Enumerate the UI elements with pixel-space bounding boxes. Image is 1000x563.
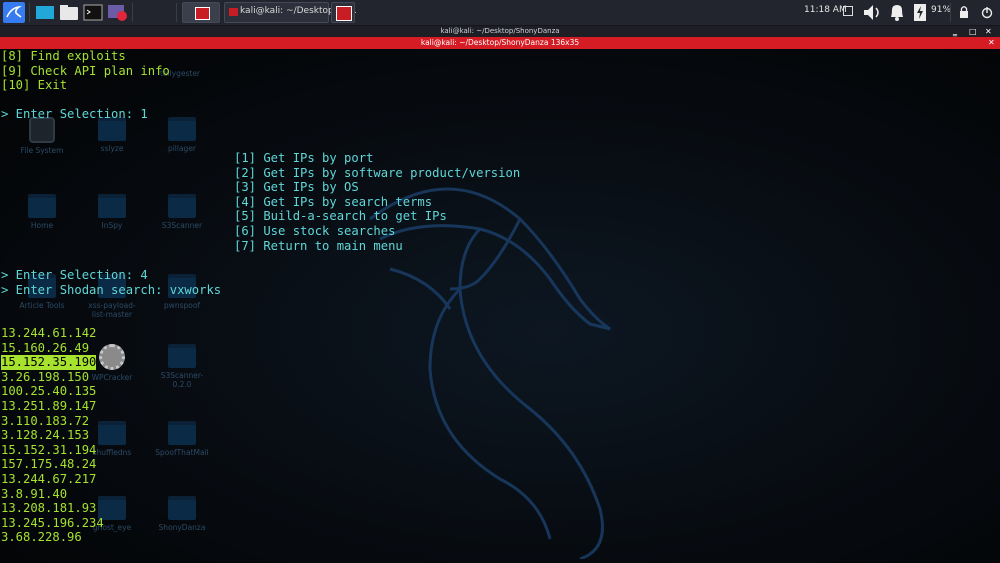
submenu-stock-searches: [6] Use stock searches xyxy=(234,224,396,238)
ip-result[interactable]: 15.152.31.194 xyxy=(1,443,96,458)
taskbar-second-task[interactable] xyxy=(331,2,355,23)
volume-icon[interactable] xyxy=(862,2,884,23)
ip-result[interactable]: 13.244.61.142 xyxy=(1,326,96,341)
ip-result[interactable]: 13.208.181.93 xyxy=(1,501,96,516)
submenu-return-main: [7] Return to main menu xyxy=(234,238,403,253)
ip-result[interactable]: 100.25.40.135 xyxy=(1,384,96,399)
selection-prompt-1: > Enter Selection: 1 xyxy=(1,107,148,122)
workspace-1-button[interactable] xyxy=(182,2,220,23)
screen-recorder-icon[interactable] xyxy=(106,2,128,23)
menu-item-exit: [10] Exit xyxy=(1,78,68,93)
menu-item-find-exploits: [8] Find exploits xyxy=(1,49,126,63)
terminal-output[interactable]: [8] Find exploits [9] Check API plan inf… xyxy=(0,49,1000,563)
minimize-button[interactable]: ‗ xyxy=(953,26,957,37)
close-button[interactable]: ✕ xyxy=(985,26,992,37)
window-title-bar[interactable]: kali@kali: ~/Desktop/ShonyDanza ‗ □ ✕ xyxy=(0,26,1000,37)
show-desktop-icon[interactable] xyxy=(34,2,56,23)
ip-result-selected[interactable]: 15.152.35.190 xyxy=(1,355,97,370)
submenu-get-ips-by-software: [2] Get IPs by software product/version xyxy=(234,165,521,180)
selection-prompt-2: > Enter Selection: 4 xyxy=(1,268,148,282)
ip-result[interactable]: 3.68.228.96 xyxy=(1,530,82,545)
battery-icon[interactable] xyxy=(912,2,928,23)
ip-result[interactable]: 13.244.67.217 xyxy=(1,472,96,487)
ip-result[interactable]: 15.160.26.49 xyxy=(1,341,89,356)
window-title: kali@kali: ~/Desktop/ShonyDanza xyxy=(440,27,560,35)
terminal-close-icon[interactable]: ✕ xyxy=(988,37,995,49)
file-manager-icon[interactable] xyxy=(58,2,80,23)
ip-result[interactable]: 13.251.89.147 xyxy=(1,399,96,414)
submenu-build-a-search: [5] Build-a-search to get IPs xyxy=(234,209,447,224)
terminal-title: kali@kali: ~/Desktop/ShonyDanza 136x35 xyxy=(420,38,580,47)
shodan-search-prompt: > Enter Shodan search: vxworks xyxy=(1,282,222,297)
clock[interactable]: 11:18 AM xyxy=(804,5,847,15)
kali-menu-icon[interactable] xyxy=(3,2,25,23)
ip-result[interactable]: 157.175.48.24 xyxy=(1,457,96,472)
maximize-button[interactable]: □ xyxy=(969,26,977,37)
terminal-icon[interactable] xyxy=(82,2,104,23)
terminal-title-bar[interactable]: kali@kali: ~/Desktop/ShonyDanza 136x35 ✕ xyxy=(0,37,1000,49)
ip-result[interactable]: 3.128.24.153 xyxy=(1,428,89,443)
window-icon[interactable] xyxy=(843,6,853,16)
notification-bell-icon[interactable] xyxy=(887,2,907,23)
ip-result[interactable]: 3.8.91.40 xyxy=(1,487,67,502)
battery-percent: 91% xyxy=(931,5,952,15)
lock-icon[interactable] xyxy=(958,2,970,23)
taskbar: kali@kali: ~/Desktop/Sh... 11:18 AM 91% xyxy=(0,0,1000,26)
submenu-get-ips-by-os: [3] Get IPs by OS xyxy=(234,180,359,195)
submenu-get-ips-by-search-terms: [4] Get IPs by search terms xyxy=(234,194,433,209)
ip-result[interactable]: 3.110.183.72 xyxy=(1,414,89,429)
power-icon[interactable] xyxy=(980,2,994,23)
ip-result[interactable]: 3.26.198.150 xyxy=(1,370,89,385)
menu-item-check-api: [9] Check API plan info xyxy=(1,63,170,78)
submenu-get-ips-by-port: [1] Get IPs by port xyxy=(234,151,374,165)
ip-result[interactable]: 13.245.196.234 xyxy=(1,516,104,531)
